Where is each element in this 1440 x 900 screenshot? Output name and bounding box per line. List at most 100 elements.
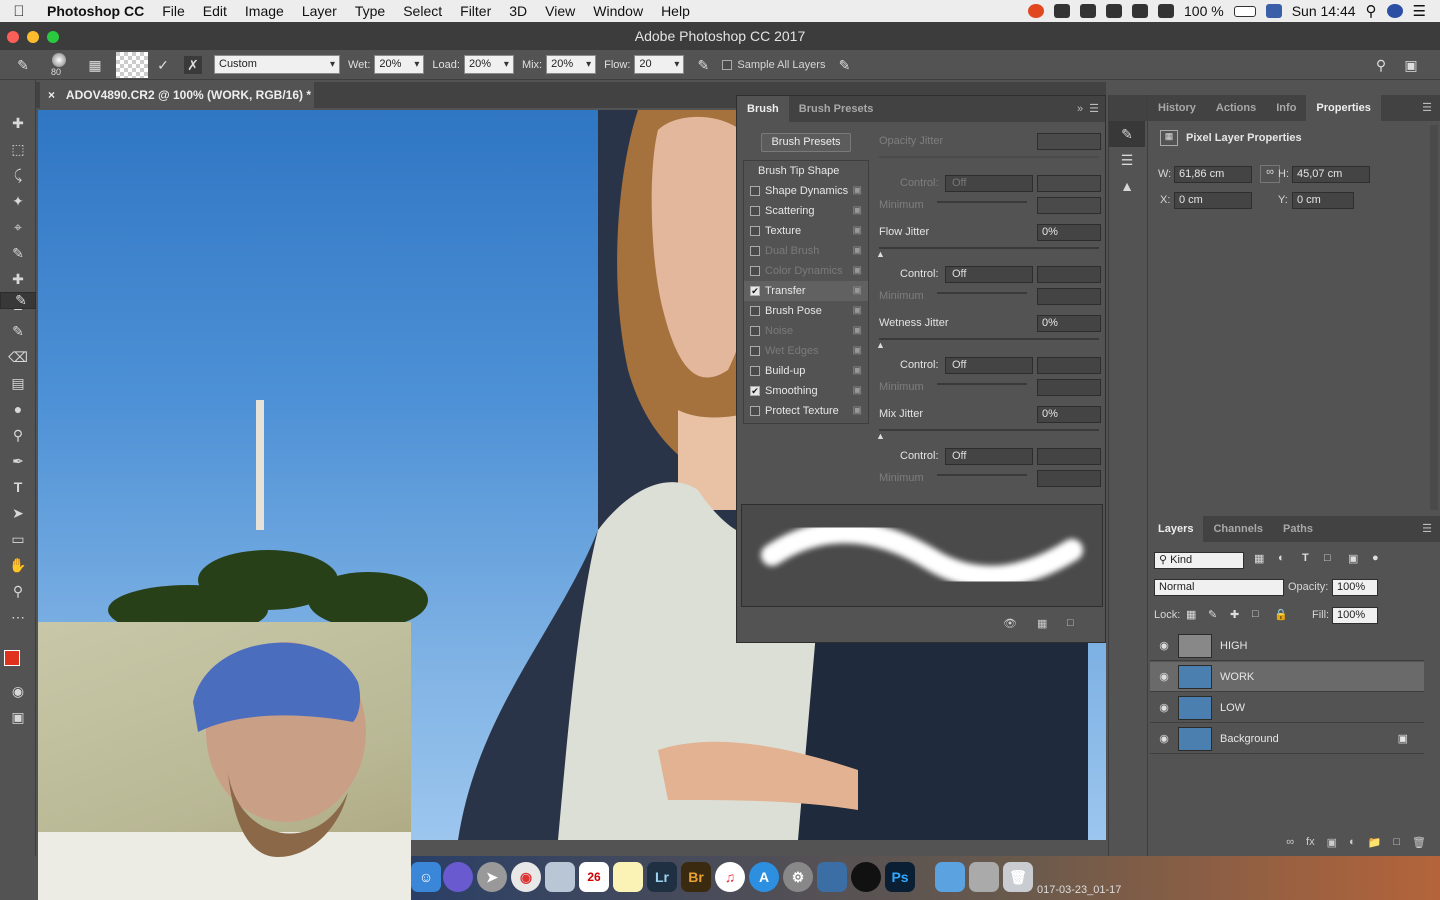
menu-window[interactable]: Window [584,0,652,22]
layers-menu-icon[interactable]: ☰ [1422,516,1440,542]
layer-thumbnail[interactable] [1178,633,1212,658]
notes-icon[interactable] [613,862,643,892]
layer-visibility-eye-icon[interactable]: ◉ [1150,732,1178,745]
brush-setting-lock-icon[interactable]: ▣ [853,281,862,301]
tab-layers[interactable]: Layers [1148,516,1204,542]
search-icon[interactable]: ⚲ [1372,56,1390,74]
screen-mode-icon[interactable]: ▣ [0,704,36,730]
mix-jitter-input[interactable]: 0% [1037,406,1101,423]
height-input[interactable]: 45,07 cm [1292,166,1370,183]
clock[interactable]: Sun 14:44 [1292,3,1356,19]
opacity-control-select[interactable]: Off [945,175,1033,192]
opacity-control-input[interactable] [1037,175,1101,192]
layer-name[interactable]: Background [1220,733,1279,745]
marquee-tool-icon[interactable]: ⬚ [0,136,36,162]
shape-tool-icon[interactable]: ▭ [0,526,36,552]
layer-thumbnail[interactable] [1178,695,1212,720]
brush-setting-lock-icon[interactable]: ▣ [853,381,862,401]
layer-row[interactable]: ◉ LOW [1150,693,1424,723]
quick-mask-icon[interactable]: ◉ [0,678,36,704]
folder-icon[interactable] [935,862,965,892]
brush-setting-item[interactable]: Noise ▣ [744,321,868,341]
trash-icon[interactable]: 🗑 [1003,862,1033,892]
brush-setting-item[interactable]: Protect Texture ▣ [744,401,868,421]
layer-row[interactable]: ◉ Background ▣ [1150,724,1424,754]
history-brush-tool-icon[interactable]: ✎ [0,318,36,344]
fill-input[interactable]: 100% [1332,607,1378,624]
brush-setting-lock-icon[interactable]: ▣ [853,301,862,321]
more-tools-icon[interactable]: ⋯ [0,604,36,630]
menu-filter[interactable]: Filter [451,0,500,22]
launchpad-icon[interactable]: ➤ [477,862,507,892]
flow-input[interactable]: 20 [634,55,685,74]
brush-setting-lock-icon[interactable]: ▣ [853,401,862,421]
width-input[interactable]: 61,86 cm [1174,166,1252,183]
menu-layer[interactable]: Layer [293,0,346,22]
menu-image[interactable]: Image [236,0,293,22]
wifi-icon[interactable] [1132,4,1148,18]
pen-tool-icon[interactable]: ✒ [0,448,36,474]
clone-source-icon[interactable]: ▲ [1109,173,1145,199]
menu-type[interactable]: Type [346,0,394,22]
layer-thumbnail[interactable] [1178,664,1212,689]
flow-minimum-input[interactable] [1037,288,1101,305]
menu-select[interactable]: Select [394,0,451,22]
lock-position-icon[interactable]: ✚ [1230,608,1239,621]
wet-input[interactable]: 20% [374,55,425,74]
brush-setting-checkbox[interactable] [750,226,760,236]
brush-setting-item[interactable]: Wet Edges ▣ [744,341,868,361]
brush-setting-lock-icon[interactable]: ▣ [853,341,862,361]
battery-icon[interactable] [1233,5,1256,17]
mix-minimum-input[interactable] [1037,470,1101,487]
filter-smart-object-icon[interactable]: ▣ [1348,552,1358,565]
brush-setting-item[interactable]: Texture ▣ [744,221,868,241]
layer-name[interactable]: HIGH [1220,640,1248,652]
tab-history[interactable]: History [1148,95,1206,121]
opacity-jitter-input[interactable] [1037,133,1101,150]
layer-visibility-eye-icon[interactable]: ◉ [1150,639,1178,652]
system-preferences-icon[interactable]: ⚙ [783,862,813,892]
opacity-minimum-slider[interactable] [937,201,1027,203]
brush-setting-checkbox[interactable] [750,306,760,316]
layer-name[interactable]: LOW [1220,702,1245,714]
opacity-input[interactable]: 100% [1332,579,1378,596]
blend-preset-select[interactable]: Custom [214,55,340,74]
menu-view[interactable]: View [536,0,584,22]
add-mask-icon[interactable]: ▣ [1327,836,1337,856]
new-group-icon[interactable]: 📁 [1368,836,1382,856]
recorder-icon[interactable] [851,862,881,892]
close-window-button[interactable] [7,31,19,43]
healing-tool-icon[interactable]: ✚ [0,266,36,292]
filter-type-icon[interactable]: T [1302,552,1309,564]
menu-3d[interactable]: 3D [500,0,536,22]
brush-setting-lock-icon[interactable]: ▣ [853,241,862,261]
filter-shape-icon[interactable]: □ [1324,552,1331,564]
opacity-minimum-input[interactable] [1037,197,1101,214]
airplay-icon[interactable] [1158,4,1174,18]
brush-setting-item[interactable]: Brush Tip Shape [744,161,868,181]
record-icon[interactable] [1028,4,1044,18]
layer-thumbnail[interactable] [1178,726,1212,751]
photoshop-icon[interactable]: Ps [885,862,915,892]
filter-pixel-icon[interactable]: ▦ [1254,552,1264,565]
siri-icon[interactable] [1386,4,1403,18]
layer-name[interactable]: WORK [1220,671,1254,683]
brush-setting-checkbox[interactable] [750,266,760,276]
lock-artboard-icon[interactable]: □ [1252,608,1259,620]
opacity-jitter-slider[interactable] [879,156,1099,158]
apple-menu-icon[interactable]:  [0,3,38,20]
dodge-tool-icon[interactable]: ⚲ [0,422,36,448]
brush-setting-item[interactable]: Color Dynamics ▣ [744,261,868,281]
y-input[interactable]: 0 cm [1292,192,1354,209]
finder-icon[interactable]: ☺ [411,862,441,892]
screenshot-icon[interactable] [817,862,847,892]
brush-setting-checkbox[interactable] [750,326,760,336]
brush-setting-checkbox[interactable] [750,186,760,196]
app-store-icon[interactable]: A [749,862,779,892]
brush-presets-button[interactable]: Brush Presets [761,133,851,152]
stack-icon[interactable] [969,862,999,892]
lasso-tool-icon[interactable]: ⤹ [0,162,36,188]
brush-setting-lock-icon[interactable]: ▣ [853,181,862,201]
tray-icon-1[interactable] [1054,4,1070,18]
airbrush-icon[interactable]: ✎ [694,56,712,74]
